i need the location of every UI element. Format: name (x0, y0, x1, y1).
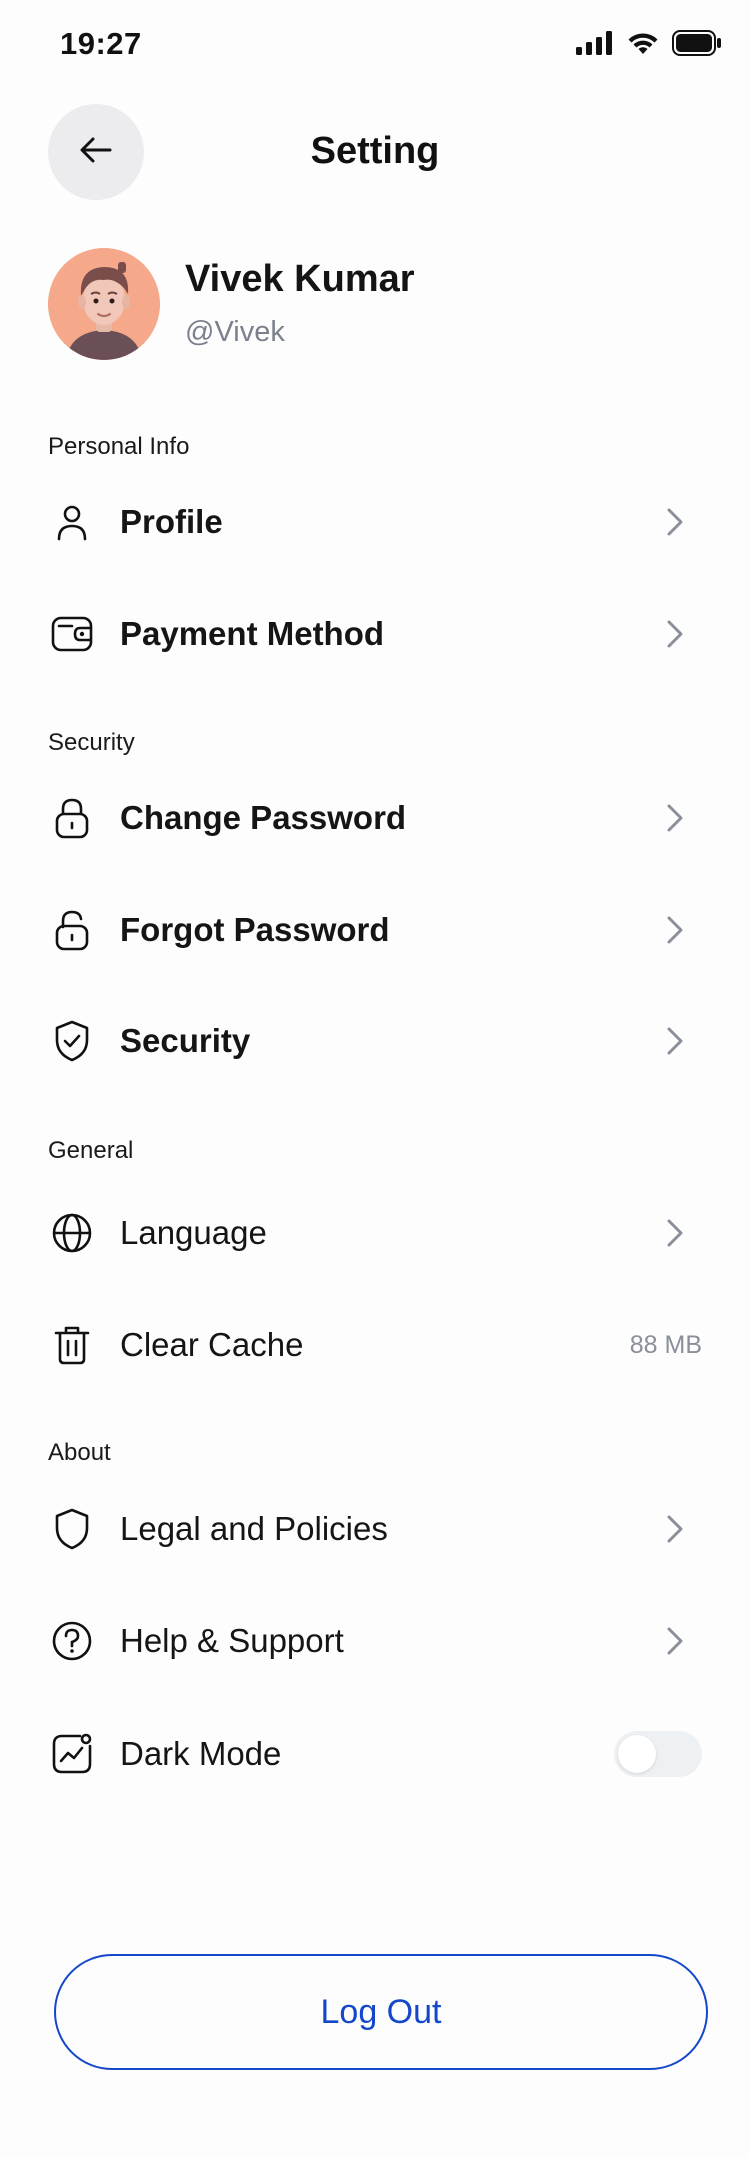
page-title: Setting (310, 130, 440, 172)
menu-item-profile[interactable]: Profile (48, 482, 702, 562)
menu-label-change-password: Change Password (120, 799, 407, 836)
help-circle-icon (48, 1617, 96, 1665)
menu-label-clear-cache: Clear Cache (120, 1326, 304, 1363)
section-label-about: About (48, 1439, 111, 1466)
menu-label-language: Language (120, 1214, 267, 1251)
status-time: 19:27 (60, 26, 142, 61)
menu-item-legal-and-policies[interactable]: Legal and Policies (48, 1489, 702, 1569)
menu-item-dark-mode: Dark Mode (48, 1714, 702, 1794)
section-label-security: Security (48, 729, 135, 756)
menu-label-forgot-password: Forgot Password (120, 911, 390, 948)
menu-label-profile: Profile (120, 503, 223, 540)
shield-icon (48, 1505, 96, 1553)
status-bar: 19:27 (0, 0, 750, 90)
wallet-icon (48, 610, 96, 658)
trash-icon (48, 1321, 96, 1369)
signal-icon (576, 31, 614, 60)
menu-item-clear-cache[interactable]: Clear Cache 88 MB (48, 1305, 702, 1385)
menu-item-language[interactable]: Language (48, 1193, 702, 1273)
battery-icon (672, 30, 722, 61)
menu-label-help-and-support: Help & Support (120, 1622, 344, 1659)
menu-label-payment-method: Payment Method (120, 615, 385, 652)
lock-icon (48, 794, 96, 842)
wifi-icon (626, 30, 660, 61)
shield-check-icon (48, 1017, 96, 1065)
user-name: Vivek Kumar (185, 258, 415, 300)
menu-label-dark-mode: Dark Mode (120, 1735, 282, 1772)
menu-label-security: Security (120, 1022, 251, 1059)
menu-label-legal-and-policies: Legal and Policies (120, 1510, 388, 1547)
status-icons (576, 30, 722, 61)
chevron-right-icon (660, 507, 690, 537)
menu-item-help-and-support[interactable]: Help & Support (48, 1601, 702, 1681)
header: Setting (0, 100, 750, 210)
cache-size-value: 88 MB (629, 1330, 702, 1359)
chevron-right-icon (660, 915, 690, 945)
chart-icon (48, 1730, 96, 1778)
menu-item-payment-method[interactable]: Payment Method (48, 594, 702, 674)
menu-item-security[interactable]: Security (48, 1001, 702, 1081)
globe-icon (48, 1209, 96, 1257)
chevron-right-icon (660, 1514, 690, 1544)
unlock-icon (48, 906, 96, 954)
logout-button[interactable]: Log Out (54, 1954, 708, 2070)
toggle-knob (618, 1735, 656, 1773)
menu-item-forgot-password[interactable]: Forgot Password (48, 890, 702, 970)
avatar (48, 248, 160, 360)
user-icon (48, 498, 96, 546)
chevron-right-icon (660, 803, 690, 833)
chevron-right-icon (660, 1026, 690, 1056)
section-label-personal-info: Personal Info (48, 433, 190, 460)
section-label-general: General (48, 1137, 134, 1164)
dark-mode-toggle[interactable] (614, 1731, 702, 1777)
user-handle: @Vivek (185, 316, 285, 348)
chevron-right-icon (660, 1218, 690, 1248)
menu-item-change-password[interactable]: Change Password (48, 778, 702, 858)
chevron-right-icon (660, 619, 690, 649)
chevron-right-icon (660, 1626, 690, 1656)
profile-card[interactable]: Vivek Kumar @Vivek (48, 246, 708, 366)
